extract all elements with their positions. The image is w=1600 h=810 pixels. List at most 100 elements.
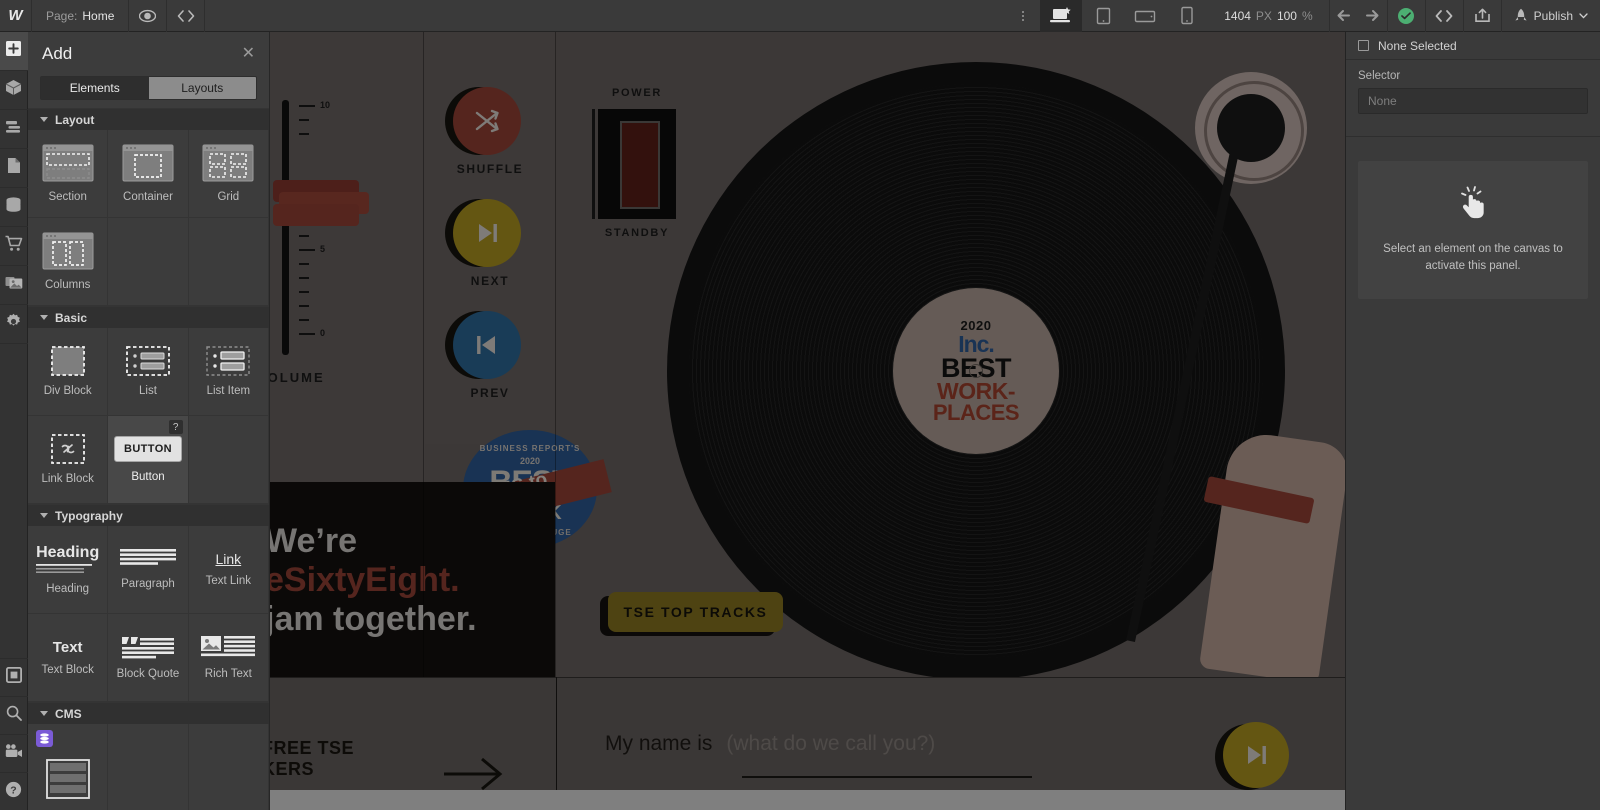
empty-cell xyxy=(188,218,269,306)
record-label: 2020 Inc. BEST WORK- PLACES xyxy=(893,288,1059,454)
prev-label: PREV xyxy=(470,386,510,400)
element-block-quote[interactable]: Block Quote xyxy=(108,614,189,702)
viewport-zoom-indicator[interactable]: 1404 PX 100 % xyxy=(1208,0,1328,32)
element-div-block[interactable]: Div Block xyxy=(28,328,109,416)
selection-status[interactable]: None Selected xyxy=(1346,32,1600,60)
rail-item-pages[interactable] xyxy=(0,149,28,188)
vertical-dots-icon[interactable] xyxy=(1006,0,1040,32)
section-header-cms[interactable]: CMS xyxy=(28,702,269,724)
volume-tick-0: 0 xyxy=(320,328,326,338)
chevron-down-icon xyxy=(40,315,48,320)
prev-track-icon xyxy=(453,311,521,379)
database-icon xyxy=(5,196,22,218)
next-button[interactable] xyxy=(445,199,521,267)
code-brackets-icon[interactable] xyxy=(167,0,206,32)
rail-item-search[interactable] xyxy=(0,696,28,734)
element-grid[interactable]: Grid xyxy=(188,130,269,218)
rail-item-help[interactable]: ? xyxy=(0,772,28,810)
save-status-icon[interactable] xyxy=(1386,0,1425,32)
element-heading[interactable]: Heading Heading xyxy=(28,526,109,614)
undo-redo-group[interactable] xyxy=(1328,0,1387,32)
element-label: Block Quote xyxy=(116,668,180,680)
rail-item-ecommerce[interactable] xyxy=(0,227,28,266)
element-label: Text Link xyxy=(205,575,252,587)
breakpoint-mobile-portrait[interactable] xyxy=(1166,0,1208,32)
element-label: Rich Text xyxy=(204,668,252,680)
breakpoint-mobile-landscape[interactable] xyxy=(1124,0,1166,32)
section-grid-basic: Div Block List List Item Link Block ? BU… xyxy=(28,328,269,504)
empty-state-text: Select an element on the canvas to activ… xyxy=(1383,242,1563,272)
preview-eye-icon[interactable] xyxy=(129,0,168,32)
next-track-icon xyxy=(1223,722,1289,788)
help-badge[interactable]: ? xyxy=(168,420,183,434)
element-paragraph[interactable]: Paragraph xyxy=(108,526,189,614)
element-collection-list[interactable] xyxy=(28,724,109,810)
element-label: Link Block xyxy=(41,473,94,485)
element-list[interactable]: List xyxy=(108,328,189,416)
rail-item-audit[interactable] xyxy=(0,658,28,696)
page-label: Page: xyxy=(46,8,78,23)
power-rocker[interactable] xyxy=(620,121,660,209)
prev-button[interactable] xyxy=(445,311,521,379)
section-header-typography[interactable]: Typography xyxy=(28,504,269,526)
empty-cell xyxy=(188,416,269,504)
element-label: Grid xyxy=(217,191,240,203)
viewport-width-unit: PX xyxy=(1255,8,1272,23)
form-next-button[interactable] xyxy=(1215,722,1289,792)
shuffle-button[interactable] xyxy=(445,87,521,155)
breakpoint-tablet[interactable] xyxy=(1082,0,1124,32)
element-text-link[interactable]: Link Text Link xyxy=(188,526,269,614)
webflow-logo[interactable]: W xyxy=(0,0,32,32)
undo-arrow-icon xyxy=(1337,9,1351,21)
hero-text: We’re eSixtyEight. jam together. xyxy=(270,522,565,639)
section-grid-typography: Heading Heading Paragraph Link Text Link… xyxy=(28,526,269,702)
element-rich-text[interactable]: Rich Text xyxy=(188,614,269,702)
volume-tick-5: 5 xyxy=(320,244,326,254)
element-container[interactable]: Container xyxy=(108,130,189,218)
name-field-row[interactable]: My name is (what do we call you?) xyxy=(605,732,935,756)
rail-item-navigator[interactable] xyxy=(0,110,28,149)
breakpoint-group xyxy=(1040,0,1208,32)
rail-item-add-elements[interactable] xyxy=(0,32,28,71)
publish-button[interactable]: Publish xyxy=(1500,0,1600,32)
rail-item-settings[interactable] xyxy=(0,305,28,344)
webflow-logo-text: W xyxy=(8,7,23,24)
tab-layouts[interactable]: Layouts xyxy=(148,77,256,99)
rail-item-assets[interactable] xyxy=(0,266,28,305)
heading-glyph: Heading xyxy=(36,543,100,561)
element-label: Heading xyxy=(46,582,90,595)
section-header-basic[interactable]: Basic xyxy=(28,306,269,328)
tab-elements[interactable]: Elements xyxy=(41,77,149,99)
rail-item-cms[interactable] xyxy=(0,188,28,227)
share-export-icon[interactable] xyxy=(1462,0,1501,32)
rail-bottom-group: ? xyxy=(0,658,28,810)
container-icon xyxy=(122,144,174,182)
transport-panel: SHUFFLE NEXT PREV xyxy=(425,32,555,444)
export-code-icon[interactable] xyxy=(1424,0,1463,32)
rail-item-videos[interactable] xyxy=(0,734,28,772)
rail-item-components[interactable] xyxy=(0,71,28,110)
element-text-block[interactable]: Text Text Block xyxy=(28,614,109,702)
section-header-layout[interactable]: Layout xyxy=(28,108,269,130)
element-columns[interactable]: Columns xyxy=(28,218,109,306)
selector-input[interactable]: None xyxy=(1358,88,1588,114)
design-canvas[interactable]: 10 5 0 VOLUME SHUFFLE NEX xyxy=(270,32,1345,810)
element-link-block[interactable]: Link Block xyxy=(28,416,109,504)
volume-slider-track[interactable] xyxy=(282,100,289,355)
breakpoint-desktop[interactable] xyxy=(1040,0,1083,32)
add-elements-panel: Add ✕ Elements Layouts Layout Section Co… xyxy=(28,32,270,810)
volume-knob-lower xyxy=(273,204,359,226)
element-section[interactable]: Section xyxy=(28,130,109,218)
name-input[interactable]: (what do we call you?) xyxy=(726,732,935,756)
page-selector[interactable]: Page: Home xyxy=(32,0,130,32)
selection-checkbox[interactable] xyxy=(1358,40,1369,51)
element-label: Container xyxy=(123,191,173,203)
click-hand-icon xyxy=(1456,185,1490,227)
element-button[interactable]: ? BUTTON Button xyxy=(108,416,189,504)
element-list-item[interactable]: List Item xyxy=(188,328,269,416)
tonearm-pivot xyxy=(1195,72,1307,184)
tse-top-tracks-button[interactable]: TSE TOP TRACKS xyxy=(600,592,783,636)
record-label-line3: PLACES xyxy=(932,400,1020,426)
close-icon[interactable]: ✕ xyxy=(242,46,255,62)
